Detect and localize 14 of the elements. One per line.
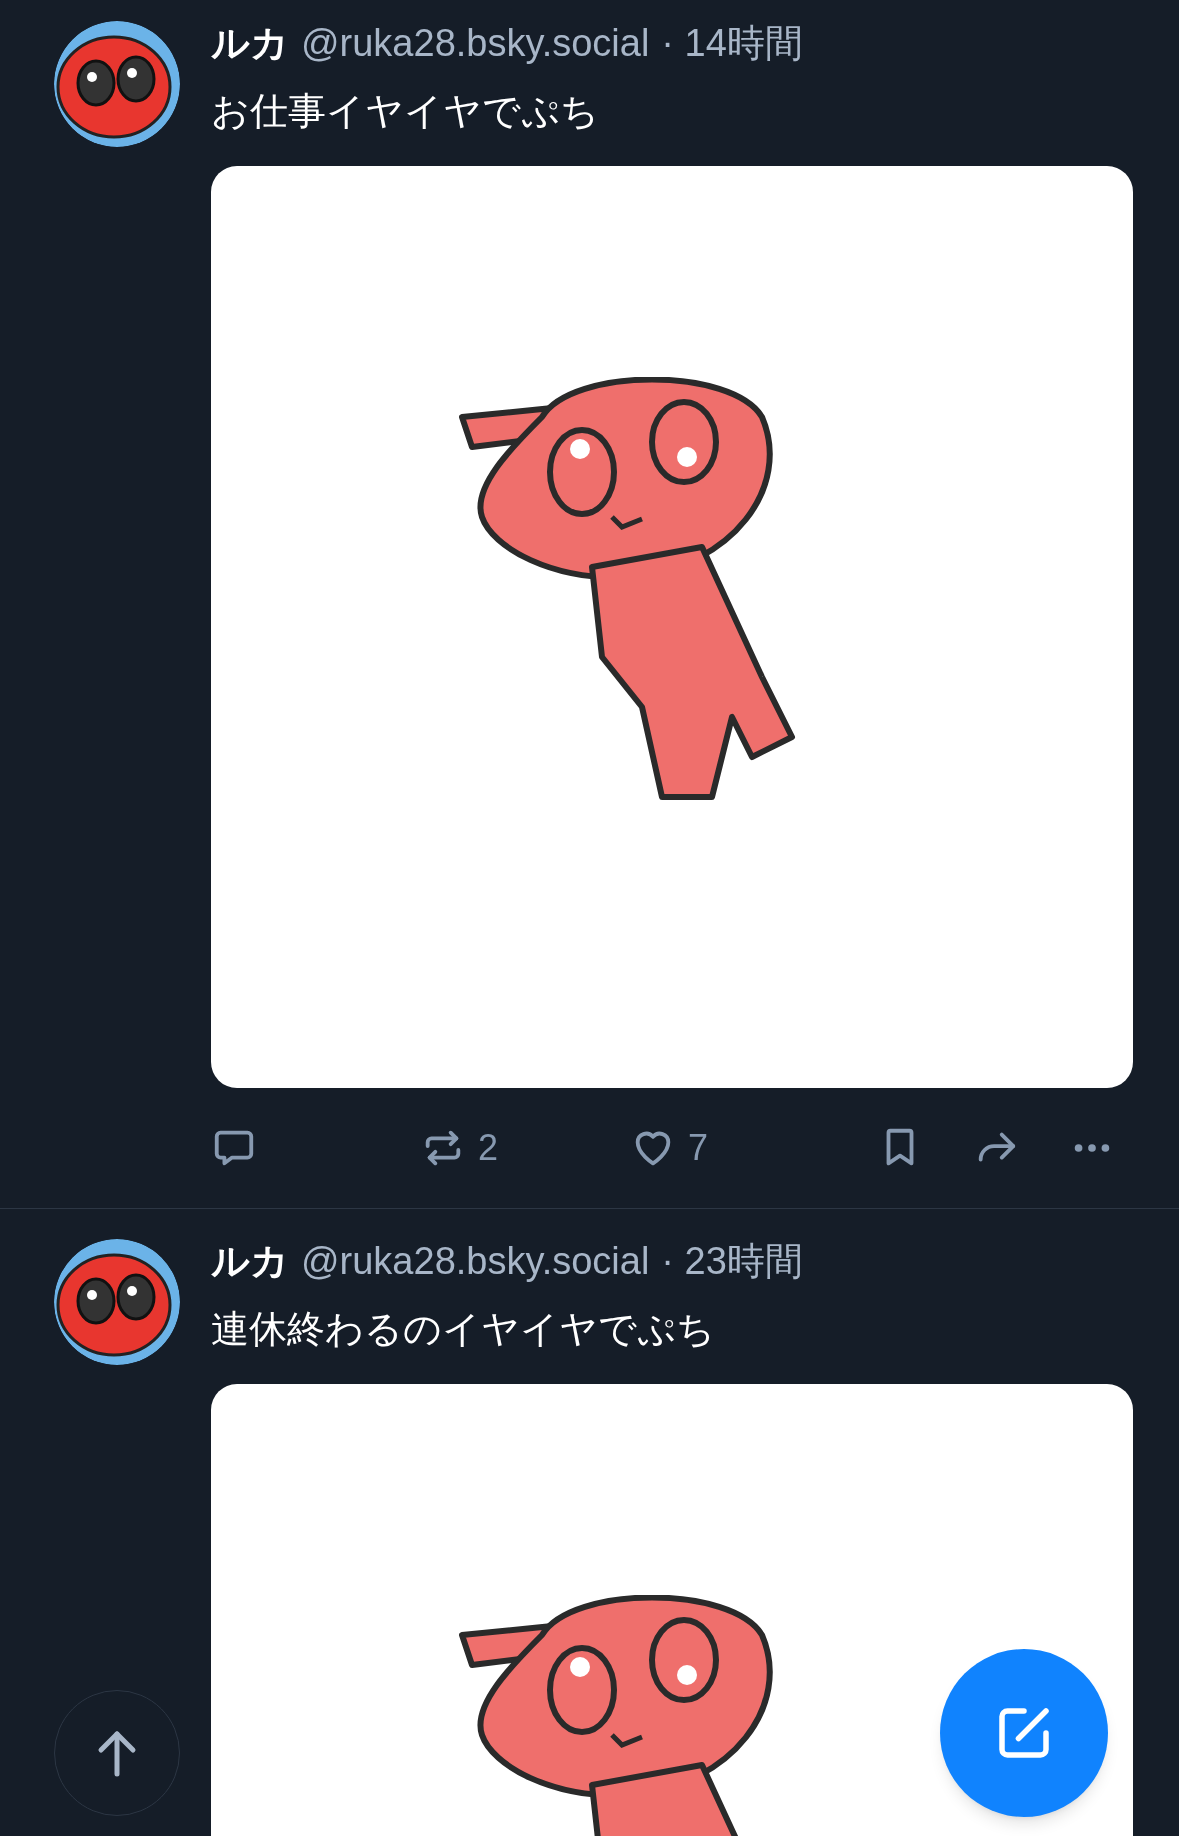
author-handle[interactable]: @ruka28.bsky.social (301, 1239, 650, 1283)
post-time: · 23時間 (661, 1239, 803, 1283)
post-card[interactable]: ルカ @ruka28.bsky.social · 23時間 連休終わるのイヤイヤでぷち (0, 1209, 1179, 1836)
author-name[interactable]: ルカ (211, 1239, 289, 1283)
like-count: 7 (688, 1126, 709, 1170)
author-handle[interactable]: @ruka28.bsky.social (301, 21, 650, 65)
post-text: 連休終わるのイヤイヤでぷち (211, 1307, 716, 1352)
avatar-drawing[interactable] (54, 1239, 180, 1365)
author-name[interactable]: ルカ (211, 21, 289, 65)
avatar-drawing[interactable] (54, 21, 180, 147)
post-card[interactable]: ルカ @ruka28.bsky.social · 14時間 お仕事イヤイヤでぷち 2 7 (0, 0, 1179, 1209)
post-time: · 14時間 (661, 21, 803, 65)
post-text: お仕事イヤイヤでぷち (211, 89, 600, 134)
repost-count: 2 (478, 1126, 499, 1170)
